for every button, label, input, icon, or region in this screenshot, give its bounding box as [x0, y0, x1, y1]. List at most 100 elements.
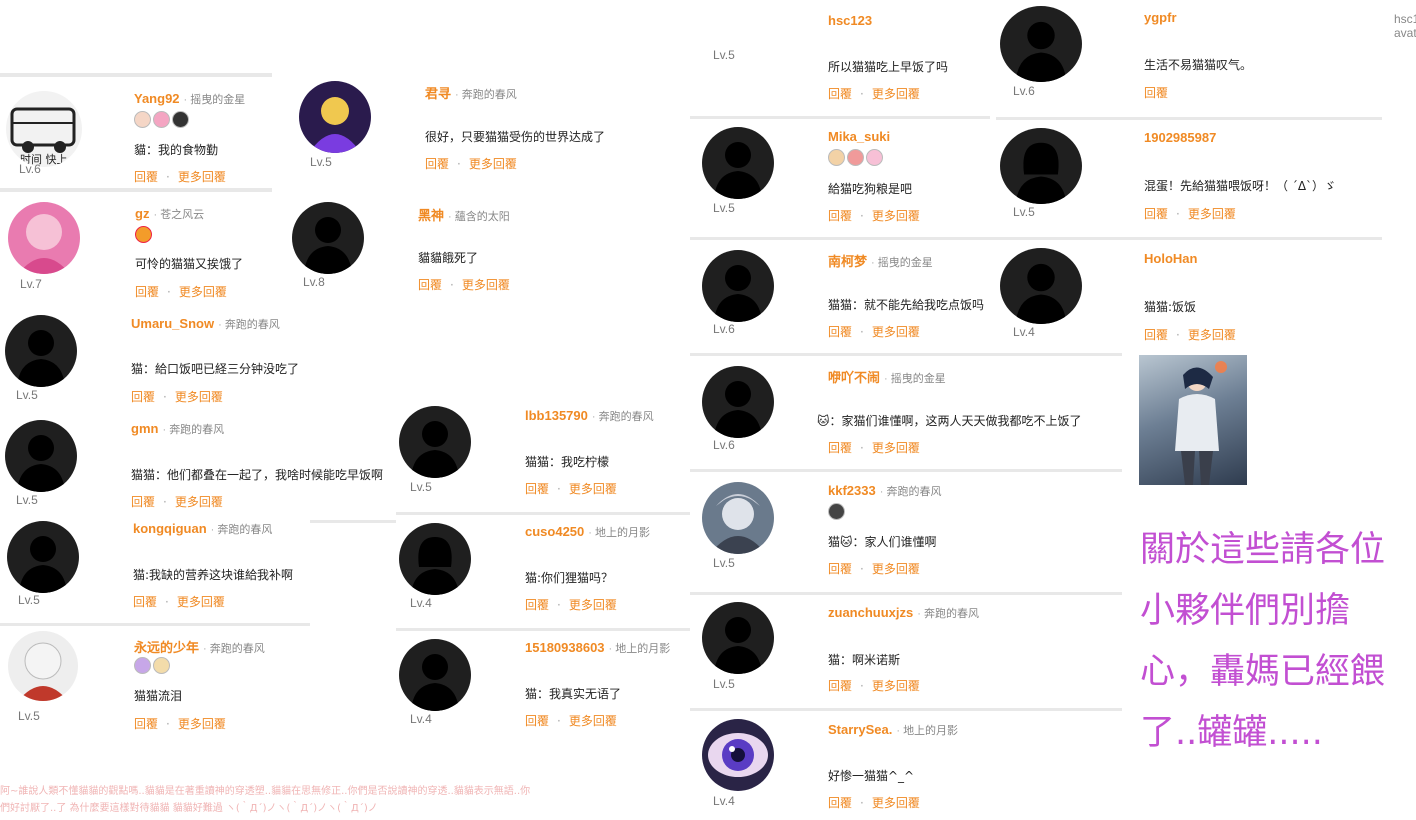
username[interactable]: kkf2333 奔跑的春风	[828, 483, 941, 499]
more-replies-button[interactable]: 更多回覆	[1188, 207, 1236, 221]
username-text[interactable]: kkf2333	[828, 483, 876, 498]
more-replies-button[interactable]: 更多回覆	[872, 679, 920, 693]
username[interactable]: gz 苍之风云	[135, 206, 204, 222]
avatar[interactable]	[8, 631, 78, 701]
reply-button[interactable]: 回覆	[525, 714, 549, 728]
reply-button[interactable]: 回覆	[418, 278, 442, 292]
more-replies-button[interactable]: 更多回覆	[569, 714, 617, 728]
reply-button[interactable]: 回覆	[131, 390, 155, 404]
avatar[interactable]	[299, 81, 371, 153]
reply-button[interactable]: 回覆	[131, 495, 155, 509]
reply-button[interactable]: 回覆	[828, 796, 852, 810]
username[interactable]: Yang92 摇曳的金星	[134, 91, 245, 107]
username-text[interactable]: 咿吖不闹	[828, 370, 880, 385]
reply-button[interactable]: 回覆	[133, 595, 157, 609]
reply-button[interactable]: 回覆	[134, 170, 158, 184]
more-replies-button[interactable]: 更多回覆	[178, 717, 226, 731]
username-text[interactable]: lbb135790	[525, 408, 588, 423]
avatar[interactable]	[399, 639, 471, 711]
username[interactable]: 永远的少年奔跑的春风	[134, 637, 265, 656]
username[interactable]: 15180938603 地上的月影	[525, 640, 670, 656]
username[interactable]: StarrySea. 地上的月影	[828, 722, 958, 738]
more-replies-button[interactable]: 更多回覆	[469, 157, 517, 171]
username[interactable]: ygpfr	[1144, 10, 1177, 25]
avatar[interactable]	[702, 250, 774, 322]
avatar[interactable]: 时间 快上	[6, 91, 82, 167]
username-text[interactable]: Mika_suki	[828, 129, 890, 144]
reply-button[interactable]: 回覆	[134, 717, 158, 731]
reply-button[interactable]: 回覆	[828, 87, 852, 101]
more-replies-button[interactable]: 更多回覆	[872, 441, 920, 455]
username[interactable]: 君寻奔跑的春风	[425, 83, 517, 102]
more-replies-button[interactable]: 更多回覆	[872, 562, 920, 576]
avatar[interactable]	[702, 602, 774, 674]
avatar[interactable]	[8, 202, 80, 274]
reply-button[interactable]: 回覆	[828, 325, 852, 339]
reply-button[interactable]: 回覆	[525, 482, 549, 496]
reply-button[interactable]: 回覆	[1144, 328, 1168, 342]
avatar[interactable]	[5, 420, 77, 492]
username-text[interactable]: zuanchuuxjzs	[828, 605, 913, 620]
username-text[interactable]: 黑神	[418, 208, 444, 223]
username-text[interactable]: Yang92	[134, 91, 180, 106]
username[interactable]: gmn 奔跑的春风	[131, 421, 224, 437]
username[interactable]: kongqiguan 奔跑的春风	[133, 521, 272, 537]
more-replies-button[interactable]: 更多回覆	[178, 170, 226, 184]
reply-button[interactable]: 回覆	[828, 209, 852, 223]
username-text[interactable]: 永远的少年	[134, 640, 199, 655]
username-text[interactable]: gz	[135, 206, 149, 221]
username[interactable]: hsc123	[828, 13, 872, 28]
reply-button[interactable]: 回覆	[525, 598, 549, 612]
more-replies-button[interactable]: 更多回覆	[569, 598, 617, 612]
more-replies-button[interactable]: 更多回覆	[872, 87, 920, 101]
username-text[interactable]: hsc123	[828, 13, 872, 28]
username[interactable]: lbb135790 奔跑的春风	[525, 408, 654, 424]
avatar[interactable]	[399, 523, 471, 595]
avatar[interactable]	[292, 202, 364, 274]
avatar[interactable]	[5, 315, 77, 387]
username-text[interactable]: StarrySea.	[828, 722, 892, 737]
username-text[interactable]: HoloHan	[1144, 251, 1197, 266]
username-text[interactable]: 1902985987	[1144, 130, 1216, 145]
username-text[interactable]: gmn	[131, 421, 158, 436]
avatar[interactable]	[399, 406, 471, 478]
username-text[interactable]: cuso4250	[525, 524, 584, 539]
reply-button[interactable]: 回覆	[425, 157, 449, 171]
more-replies-button[interactable]: 更多回覆	[179, 285, 227, 299]
avatar[interactable]	[7, 521, 79, 593]
username-text[interactable]: 君寻	[425, 86, 451, 101]
avatar[interactable]	[1000, 248, 1082, 324]
username[interactable]: 黑神蘊含的太阳	[418, 205, 510, 224]
reply-button[interactable]: 回覆	[1144, 207, 1168, 221]
username[interactable]: Umaru_Snow 奔跑的春风	[131, 316, 280, 332]
username[interactable]: 咿吖不闹摇曳的金星	[828, 367, 946, 386]
avatar[interactable]	[702, 127, 774, 199]
more-replies-button[interactable]: 更多回覆	[175, 390, 223, 404]
username-text[interactable]: ygpfr	[1144, 10, 1177, 25]
more-replies-button[interactable]: 更多回覆	[462, 278, 510, 292]
more-replies-button[interactable]: 更多回覆	[175, 495, 223, 509]
avatar[interactable]	[702, 482, 774, 554]
more-replies-button[interactable]: 更多回覆	[872, 209, 920, 223]
username[interactable]: 1902985987	[1144, 130, 1216, 145]
reply-button[interactable]: 回覆	[1144, 86, 1168, 100]
username[interactable]: cuso4250 地上的月影	[525, 524, 650, 540]
username-text[interactable]: Umaru_Snow	[131, 316, 214, 331]
username[interactable]: HoloHan	[1144, 251, 1197, 266]
reply-button[interactable]: 回覆	[828, 679, 852, 693]
more-replies-button[interactable]: 更多回覆	[872, 325, 920, 339]
username-text[interactable]: 南柯梦	[828, 254, 867, 269]
username-text[interactable]: 15180938603	[525, 640, 605, 655]
more-replies-button[interactable]: 更多回覆	[569, 482, 617, 496]
reply-button[interactable]: 回覆	[828, 441, 852, 455]
reply-button[interactable]: 回覆	[135, 285, 159, 299]
avatar-broken-image[interactable]: hsc123's avatar	[1394, 12, 1416, 46]
more-replies-button[interactable]: 更多回覆	[872, 796, 920, 810]
reply-button[interactable]: 回覆	[828, 562, 852, 576]
avatar[interactable]	[1000, 128, 1082, 204]
username[interactable]: zuanchuuxjzs 奔跑的春风	[828, 605, 979, 621]
more-replies-button[interactable]: 更多回覆	[1188, 328, 1236, 342]
more-replies-button[interactable]: 更多回覆	[177, 595, 225, 609]
avatar[interactable]	[702, 366, 774, 438]
username-text[interactable]: kongqiguan	[133, 521, 207, 536]
